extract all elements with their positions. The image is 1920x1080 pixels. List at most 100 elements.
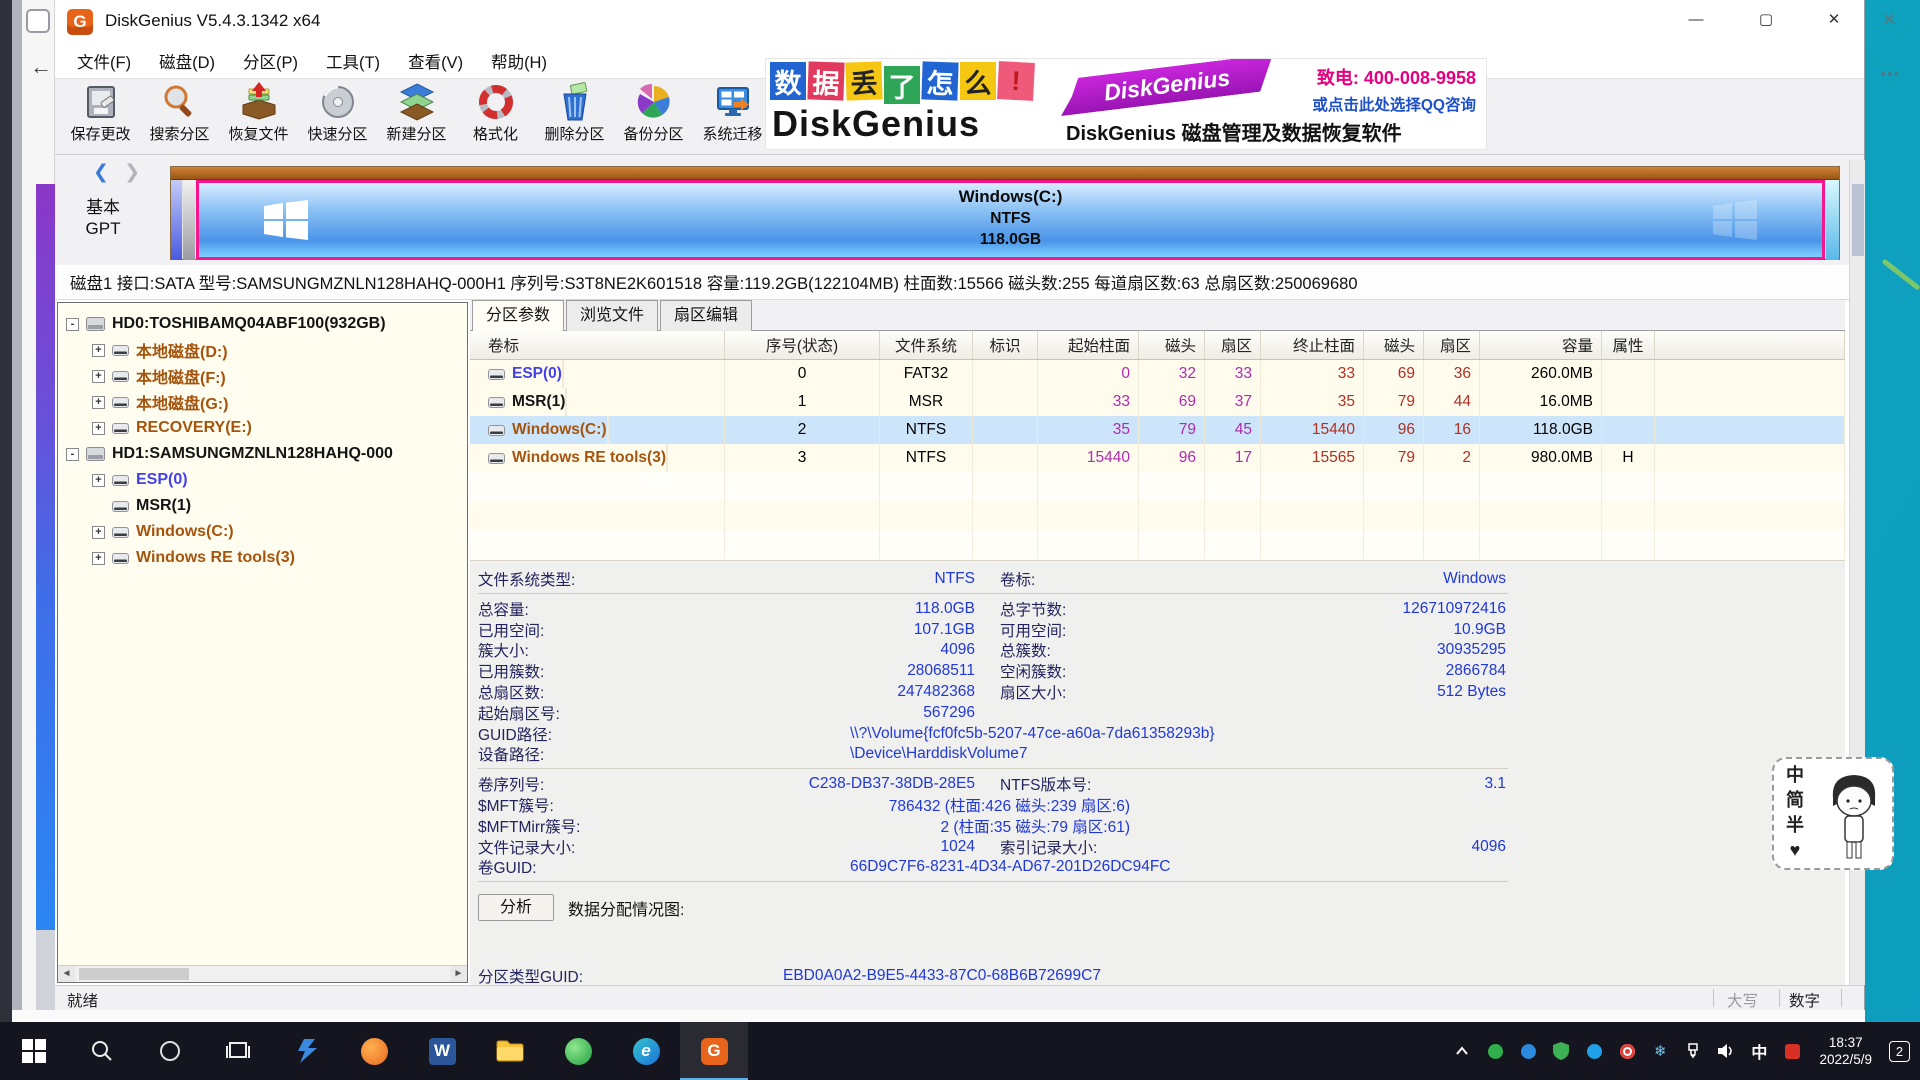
partition-segment-msr[interactable] xyxy=(183,180,195,260)
close-button[interactable]: ✕ xyxy=(1805,0,1863,40)
scrollbar-thumb[interactable] xyxy=(79,968,189,980)
diskgenius-taskbar-icon[interactable]: G xyxy=(680,1022,748,1080)
word-icon[interactable]: W xyxy=(408,1022,476,1080)
recover-files-button[interactable]: 恢复文件 xyxy=(219,79,298,153)
scroll-right-icon[interactable]: ► xyxy=(450,966,467,982)
col-end-cyl[interactable]: 终止柱面 xyxy=(1261,331,1364,359)
col-end-head[interactable]: 磁头 xyxy=(1364,331,1424,359)
search-partition-button[interactable]: 搜索分区 xyxy=(140,79,219,153)
tree-item-f[interactable]: +本地磁盘(F:) xyxy=(58,363,467,389)
menu-view[interactable]: 查看(V) xyxy=(394,49,477,73)
new-partition-button[interactable]: 新建分区 xyxy=(377,79,456,153)
usb-plug-icon[interactable] xyxy=(1683,1041,1703,1061)
netapp-red-icon[interactable] xyxy=(1782,1041,1802,1061)
shield-green-icon[interactable] xyxy=(1551,1041,1571,1061)
expand-icon[interactable]: + xyxy=(92,396,105,409)
tab-browse-files[interactable]: 浏览文件 xyxy=(566,300,658,331)
col-start-head[interactable]: 磁头 xyxy=(1139,331,1205,359)
tab-partition-params[interactable]: 分区参数 xyxy=(472,300,564,332)
menu-disk[interactable]: 磁盘(D) xyxy=(145,49,229,73)
menu-tools[interactable]: 工具(T) xyxy=(312,49,394,73)
start-button[interactable] xyxy=(0,1022,68,1080)
scroll-left-icon[interactable]: ◄ xyxy=(58,966,75,982)
tree-item-windows-re[interactable]: +Windows RE tools(3) xyxy=(58,545,467,571)
col-start-sector[interactable]: 扇区 xyxy=(1205,331,1261,359)
quick-partition-button[interactable]: 快速分区 xyxy=(298,79,377,153)
col-capacity[interactable]: 容量 xyxy=(1480,331,1602,359)
expand-icon[interactable]: + xyxy=(92,422,105,435)
taskbar-search-button[interactable] xyxy=(68,1022,136,1080)
analyze-button[interactable]: 分析 xyxy=(478,894,554,921)
minimize-button[interactable]: — xyxy=(1667,0,1725,40)
col-filesystem[interactable]: 文件系统 xyxy=(880,331,973,359)
collapse-icon[interactable]: - xyxy=(66,318,79,331)
taskbar-clock[interactable]: 18:37 2022/5/9 xyxy=(1819,1034,1872,1068)
app-blue-bolt-icon[interactable] xyxy=(272,1022,340,1080)
background-close-icon[interactable]: ✕ xyxy=(1882,10,1896,30)
table-row-windows-re[interactable]: Windows RE tools(3) 3NTFS 154409617 1556… xyxy=(470,444,1845,472)
expand-icon[interactable]: + xyxy=(92,474,105,487)
qq-blue-icon[interactable] xyxy=(1584,1041,1604,1061)
col-end-sector[interactable]: 扇区 xyxy=(1424,331,1480,359)
expand-icon[interactable]: + xyxy=(92,526,105,539)
menu-partition[interactable]: 分区(P) xyxy=(229,49,312,73)
antivirus-green-icon[interactable] xyxy=(1485,1041,1505,1061)
app-orange-browser-icon[interactable] xyxy=(340,1022,408,1080)
ime-indicator[interactable]: 中 xyxy=(1749,1041,1769,1061)
volume-icon[interactable] xyxy=(1716,1041,1736,1061)
save-changes-button[interactable]: 保存更改 xyxy=(61,79,140,153)
tray-expand-icon[interactable] xyxy=(1452,1041,1472,1061)
tree-item-msr[interactable]: MSR(1) xyxy=(58,493,467,519)
security-red-icon[interactable] xyxy=(1617,1041,1637,1061)
col-volume[interactable]: 卷标 xyxy=(470,331,725,359)
system-migration-button[interactable]: 系统迁移 xyxy=(693,79,772,153)
table-row-msr[interactable]: MSR(1) 1MSR 336937 357944 16.0MB xyxy=(470,388,1845,416)
partition-segment-windows[interactable]: Windows(C:) NTFS 118.0GB xyxy=(196,180,1825,260)
delete-partition-button[interactable]: 删除分区 xyxy=(535,79,614,153)
snowflake-blue-icon[interactable]: ❄ xyxy=(1650,1041,1670,1061)
action-center-icon[interactable]: 2 xyxy=(1889,1041,1910,1062)
tree-item-hd0[interactable]: -HD0:TOSHIBAMQ04ABF100(932GB) xyxy=(58,311,467,337)
tree-horizontal-scrollbar[interactable]: ◄ ► xyxy=(58,965,467,982)
tree-item-g[interactable]: +本地磁盘(G:) xyxy=(58,389,467,415)
background-more-icon[interactable]: ⋯ xyxy=(1880,62,1900,87)
table-row-windows-c-selected[interactable]: Windows(C:) 2NTFS 357945 154409616 118.0… xyxy=(470,416,1845,444)
tree-item-esp[interactable]: +ESP(0) xyxy=(58,467,467,493)
col-flag[interactable]: 标识 xyxy=(973,331,1038,359)
partition-segment-esp[interactable] xyxy=(171,180,182,260)
prev-disk-icon[interactable]: ❮ xyxy=(93,162,109,183)
col-start-cyl[interactable]: 起始柱面 xyxy=(1038,331,1139,359)
ad-banner[interactable]: 数 据 丢 了 怎 么 ! DiskGenius DiskGenius 致电: … xyxy=(765,58,1487,150)
task-view-button[interactable] xyxy=(204,1022,272,1080)
browser-blue-icon[interactable] xyxy=(1518,1041,1538,1061)
col-index[interactable]: 序号(状态) xyxy=(725,331,880,359)
expand-icon[interactable]: + xyxy=(92,370,105,383)
expand-icon[interactable]: + xyxy=(92,344,105,357)
cortana-button[interactable] xyxy=(136,1022,204,1080)
ime-status-widget[interactable]: 中 简 半 ♥ xyxy=(1772,757,1894,870)
scrollbar-thumb[interactable] xyxy=(1852,184,1864,256)
col-attr[interactable]: 属性 xyxy=(1602,331,1655,359)
tree-item-hd1[interactable]: -HD1:SAMSUNGMZNLN128HAHQ-000 xyxy=(58,441,467,467)
back-arrow-icon[interactable]: ← xyxy=(30,54,52,80)
menu-file[interactable]: 文件(F) xyxy=(63,49,145,73)
browser-green-icon[interactable] xyxy=(544,1022,612,1080)
file-explorer-icon[interactable] xyxy=(476,1022,544,1080)
edge-icon[interactable]: e xyxy=(612,1022,680,1080)
menu-help[interactable]: 帮助(H) xyxy=(477,49,561,73)
tree-item-recovery[interactable]: +RECOVERY(E:) xyxy=(58,415,467,441)
next-disk-icon[interactable]: ❯ xyxy=(124,162,140,183)
backup-partition-button[interactable]: 备份分区 xyxy=(614,79,693,153)
volume-name: MSR(1) xyxy=(512,388,566,416)
collapse-icon[interactable]: - xyxy=(66,448,79,461)
expand-icon[interactable]: + xyxy=(92,552,105,565)
ad-qq-link[interactable]: 或点击此处选择QQ咨询 xyxy=(1312,93,1476,115)
format-button[interactable]: 格式化 xyxy=(456,79,535,153)
table-row-esp[interactable]: ESP(0) 0FAT32 03233 336936 260.0MB xyxy=(470,360,1845,388)
tab-sector-editor[interactable]: 扇区编辑 xyxy=(660,300,752,331)
tree-item-d[interactable]: +本地磁盘(D:) xyxy=(58,337,467,363)
tree-item-windows-c[interactable]: +Windows(C:) xyxy=(58,519,467,545)
ad-tile: 么 xyxy=(960,62,996,100)
maximize-button[interactable]: ▢ xyxy=(1737,0,1795,40)
partition-segment-re-tools[interactable] xyxy=(1826,180,1839,260)
